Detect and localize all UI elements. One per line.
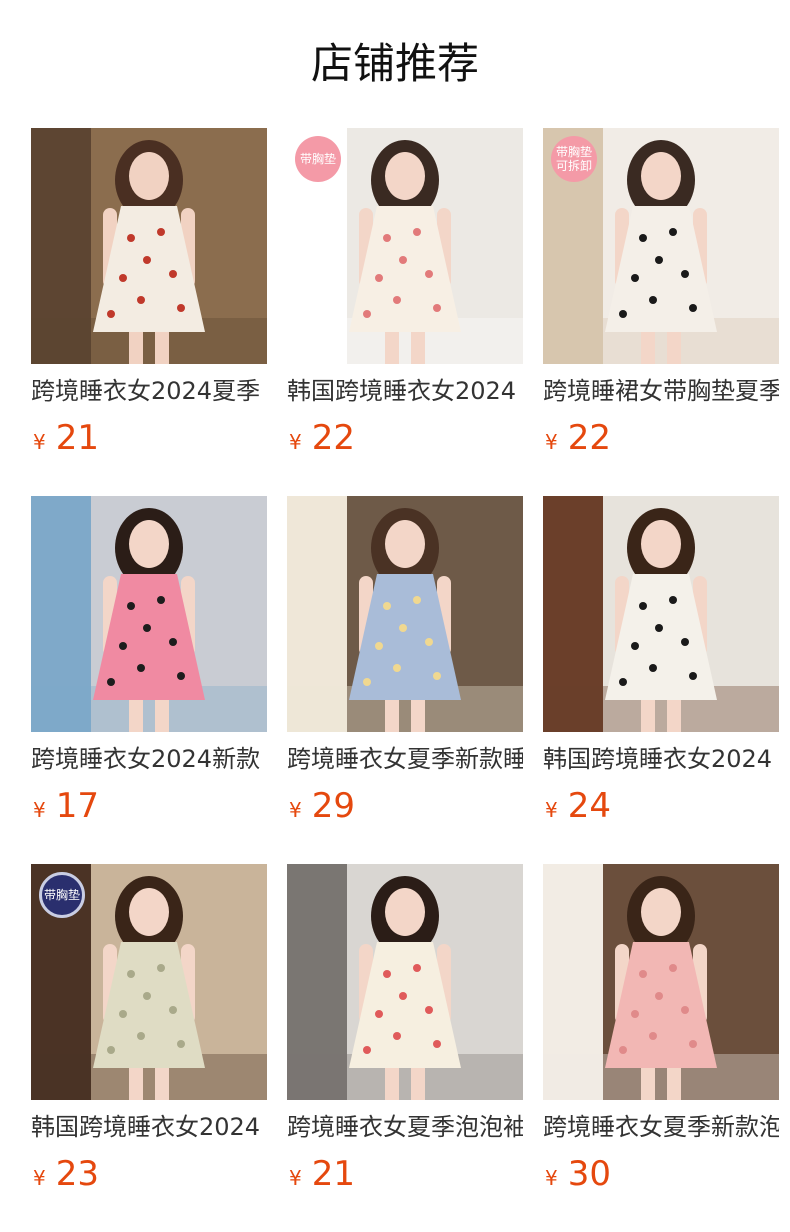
price-amount: 21: [311, 1154, 355, 1194]
product-name[interactable]: 跨境睡衣女2024新款: [31, 742, 267, 776]
product-image[interactable]: [287, 864, 523, 1100]
product-card[interactable]: 带胸垫 可拆卸 跨境睡裙女带胸垫夏季 ¥ 22: [543, 128, 779, 458]
price-amount: 22: [311, 418, 355, 458]
product-image[interactable]: 带胸垫: [31, 864, 267, 1100]
product-card[interactable]: 跨境睡衣女2024新款 ¥ 17: [31, 496, 267, 826]
product-image[interactable]: [543, 496, 779, 732]
product-price: ¥ 21: [31, 418, 99, 458]
product-card[interactable]: 跨境睡衣女2024夏季 ¥ 21: [31, 128, 267, 458]
product-name[interactable]: 跨境睡裙女带胸垫夏季: [543, 374, 779, 408]
currency-symbol: ¥: [545, 798, 558, 822]
price-amount: 17: [55, 786, 99, 826]
product-card[interactable]: 带胸垫 韩国跨境睡衣女2024 ¥ 22: [287, 128, 523, 458]
product-grid: 跨境睡衣女2024夏季 ¥ 21 带胸垫 韩国跨境睡衣女2024 ¥ 22 带胸…: [31, 128, 779, 1194]
badge-sub-label: 可拆卸: [555, 159, 592, 173]
product-photo: [543, 496, 779, 732]
badge-label: 带胸垫: [299, 152, 336, 166]
currency-symbol: ¥: [545, 1166, 558, 1190]
product-image[interactable]: [287, 496, 523, 732]
product-image[interactable]: 带胸垫: [287, 128, 523, 364]
page-title: 店铺推荐: [310, 39, 479, 88]
price-amount: 30: [567, 1154, 611, 1194]
currency-symbol: ¥: [545, 430, 558, 454]
product-card[interactable]: 跨境睡衣女夏季新款睡 ¥ 29: [287, 496, 523, 826]
product-name[interactable]: 韩国跨境睡衣女2024: [287, 374, 523, 408]
product-name[interactable]: 韩国跨境睡衣女2024: [543, 742, 779, 776]
product-price: ¥ 22: [287, 418, 355, 458]
product-image[interactable]: 带胸垫 可拆卸: [543, 128, 779, 364]
product-name[interactable]: 跨境睡衣女夏季泡泡袖: [287, 1110, 523, 1144]
product-image[interactable]: [31, 128, 267, 364]
price-amount: 23: [55, 1154, 99, 1194]
currency-symbol: ¥: [33, 430, 46, 454]
product-image[interactable]: [543, 864, 779, 1100]
product-card[interactable]: 跨境睡衣女夏季泡泡袖 ¥ 21: [287, 864, 523, 1194]
product-price: ¥ 30: [543, 1154, 611, 1194]
product-photo: [31, 128, 267, 364]
currency-symbol: ¥: [289, 430, 302, 454]
product-card[interactable]: 韩国跨境睡衣女2024 ¥ 24: [543, 496, 779, 826]
chest-pad-badge: 带胸垫 可拆卸: [551, 136, 597, 182]
product-price: ¥ 21: [287, 1154, 355, 1194]
product-photo: [287, 864, 523, 1100]
product-card[interactable]: 跨境睡衣女夏季新款泡 ¥ 30: [543, 864, 779, 1194]
price-amount: 29: [311, 786, 355, 826]
currency-symbol: ¥: [289, 1166, 302, 1190]
product-price: ¥ 17: [31, 786, 99, 826]
product-price: ¥ 29: [287, 786, 355, 826]
price-amount: 22: [567, 418, 611, 458]
price-amount: 24: [567, 786, 611, 826]
chest-pad-badge: 带胸垫: [39, 872, 85, 918]
product-name[interactable]: 韩国跨境睡衣女2024: [31, 1110, 267, 1144]
currency-symbol: ¥: [33, 1166, 46, 1190]
product-price: ¥ 22: [543, 418, 611, 458]
product-photo: [31, 496, 267, 732]
product-name[interactable]: 跨境睡衣女2024夏季: [31, 374, 267, 408]
currency-symbol: ¥: [289, 798, 302, 822]
badge-label: 带胸垫: [555, 145, 592, 159]
badge-label: 带胸垫: [43, 888, 80, 902]
product-photo: [287, 496, 523, 732]
product-name[interactable]: 跨境睡衣女夏季新款睡: [287, 742, 523, 776]
chest-pad-badge: 带胸垫: [295, 136, 341, 182]
product-name[interactable]: 跨境睡衣女夏季新款泡: [543, 1110, 779, 1144]
product-photo: [543, 864, 779, 1100]
product-price: ¥ 24: [543, 786, 611, 826]
currency-symbol: ¥: [33, 798, 46, 822]
product-image[interactable]: [31, 496, 267, 732]
product-card[interactable]: 带胸垫 韩国跨境睡衣女2024 ¥ 23: [31, 864, 267, 1194]
product-price: ¥ 23: [31, 1154, 99, 1194]
price-amount: 21: [55, 418, 99, 458]
